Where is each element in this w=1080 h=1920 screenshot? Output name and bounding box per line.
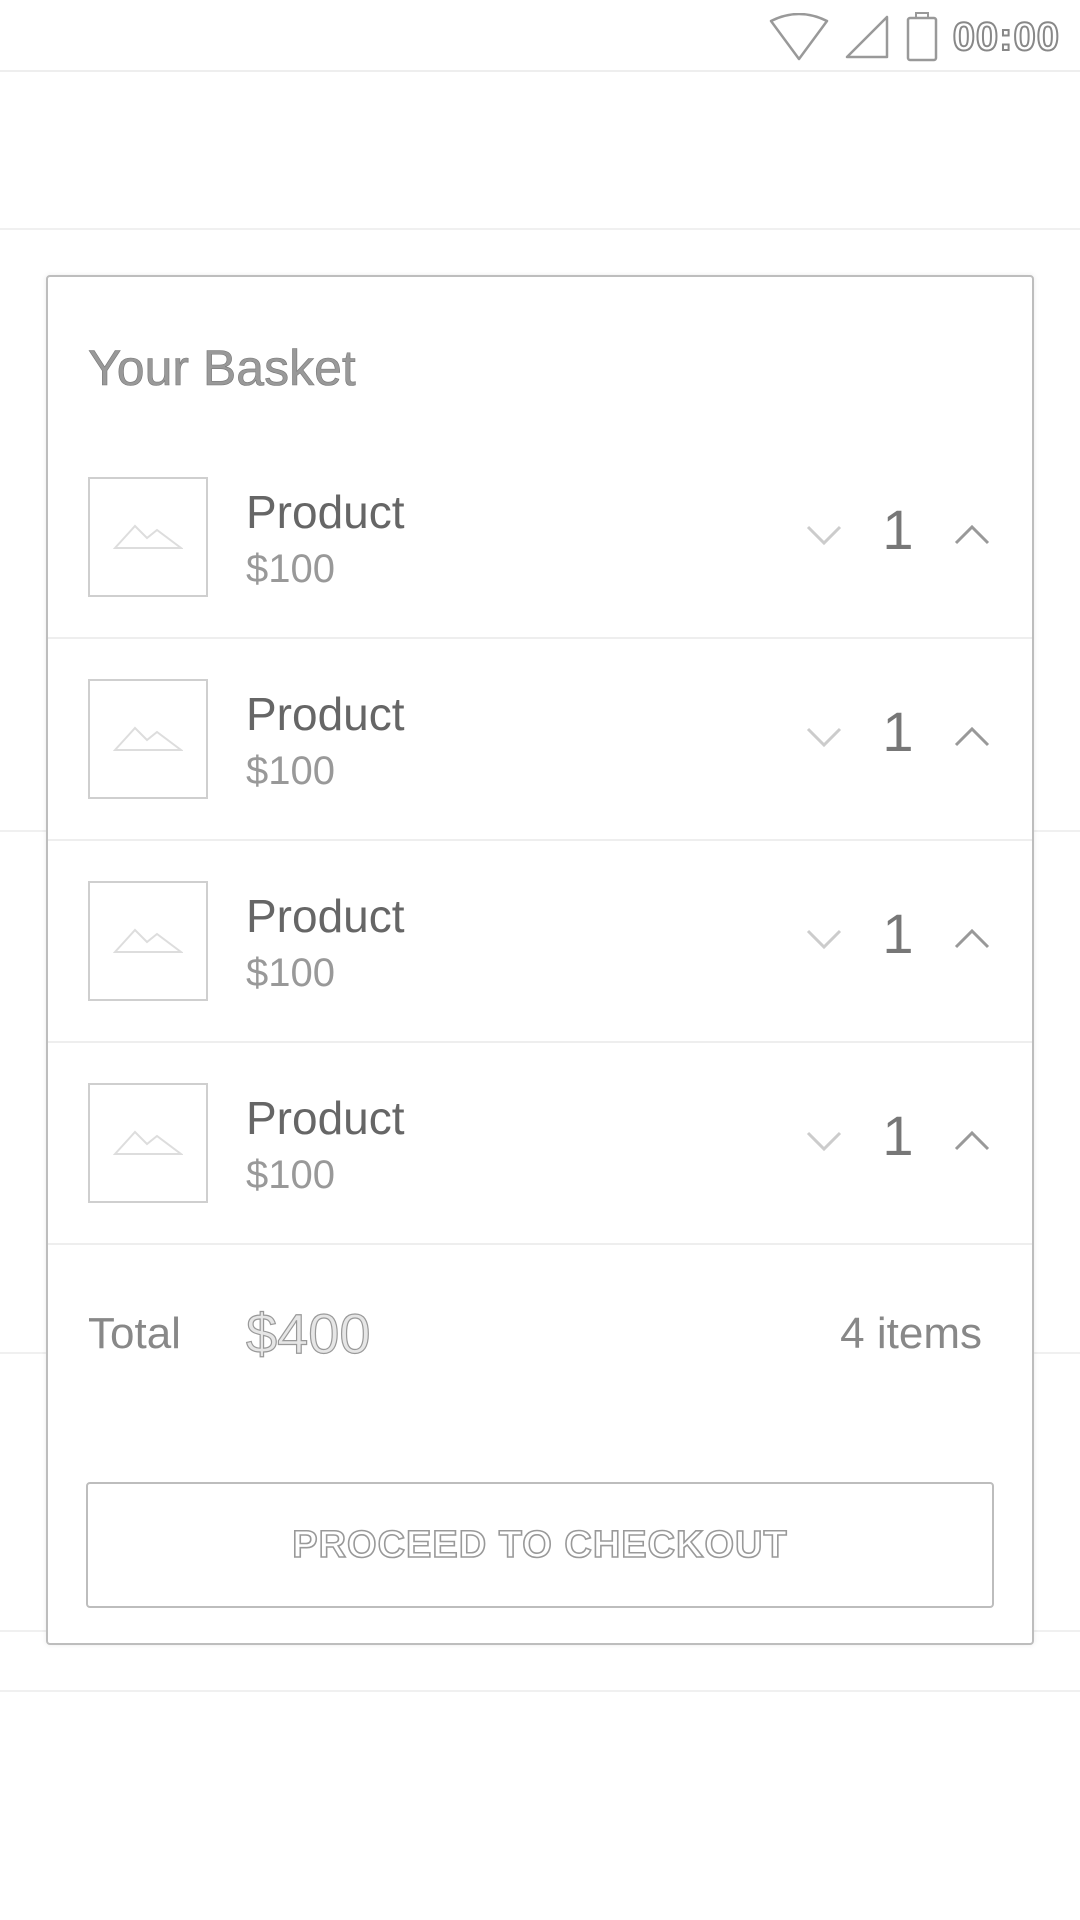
- image-placeholder-icon: [112, 518, 184, 557]
- chevron-down-icon: [804, 523, 844, 552]
- increase-quantity-button[interactable]: [944, 711, 1000, 767]
- product-name: Product: [246, 486, 405, 538]
- decrease-quantity-button[interactable]: [796, 913, 852, 969]
- product-price: $100: [246, 749, 335, 793]
- chevron-down-icon: [804, 927, 844, 956]
- basket-title: Your Basket: [88, 340, 356, 397]
- product-price: $100: [246, 547, 335, 591]
- background-divider: [0, 228, 1080, 230]
- basket-item-row: Product $100 1: [48, 437, 1032, 639]
- product-price: $100: [246, 951, 335, 995]
- product-thumbnail: [88, 881, 208, 1001]
- chevron-up-icon: [952, 523, 992, 552]
- increase-quantity-button[interactable]: [944, 913, 1000, 969]
- decrease-quantity-button[interactable]: [796, 1115, 852, 1171]
- chevron-down-icon: [804, 725, 844, 754]
- proceed-to-checkout-button[interactable]: PROCEED TO CHECKOUT: [86, 1482, 994, 1608]
- product-name: Product: [246, 1092, 405, 1144]
- chevron-up-icon: [952, 927, 992, 956]
- wifi-icon: [769, 13, 829, 61]
- basket-item-row: Product $100 1: [48, 1043, 1032, 1245]
- total-value: $400: [245, 1301, 371, 1365]
- background-divider: [0, 1690, 1080, 1692]
- item-count: 4 items: [840, 1309, 982, 1358]
- product-thumbnail: [88, 679, 208, 799]
- decrease-quantity-button[interactable]: [796, 711, 852, 767]
- chevron-up-icon: [952, 725, 992, 754]
- quantity-value: 1: [882, 1104, 914, 1167]
- status-bar: 00:00: [0, 0, 1080, 72]
- chevron-down-icon: [804, 1129, 844, 1158]
- signal-icon: [843, 13, 891, 61]
- status-icons: 00:00: [769, 12, 1060, 62]
- chevron-up-icon: [952, 1129, 992, 1158]
- quantity-value: 1: [882, 700, 914, 763]
- quantity-value: 1: [882, 498, 914, 561]
- basket-item-row: Product $100 1: [48, 841, 1032, 1043]
- increase-quantity-button[interactable]: [944, 509, 1000, 565]
- product-thumbnail: [88, 477, 208, 597]
- image-placeholder-icon: [112, 922, 184, 961]
- basket-dialog: Your Basket Product $100 1 Product $100 …: [46, 275, 1034, 1645]
- product-name: Product: [246, 890, 405, 942]
- product-name: Product: [246, 688, 405, 740]
- product-price: $100: [246, 1153, 335, 1197]
- quantity-value: 1: [882, 902, 914, 965]
- basket-item-list: Product $100 1 Product $100 1 Product $1…: [48, 437, 1032, 1245]
- increase-quantity-button[interactable]: [944, 1115, 1000, 1171]
- status-time: 00:00: [952, 14, 1060, 60]
- decrease-quantity-button[interactable]: [796, 509, 852, 565]
- basket-item-row: Product $100 1: [48, 639, 1032, 841]
- image-placeholder-icon: [112, 1124, 184, 1163]
- image-placeholder-icon: [112, 720, 184, 759]
- product-thumbnail: [88, 1083, 208, 1203]
- battery-icon: [905, 12, 939, 62]
- total-label: Total: [88, 1309, 181, 1358]
